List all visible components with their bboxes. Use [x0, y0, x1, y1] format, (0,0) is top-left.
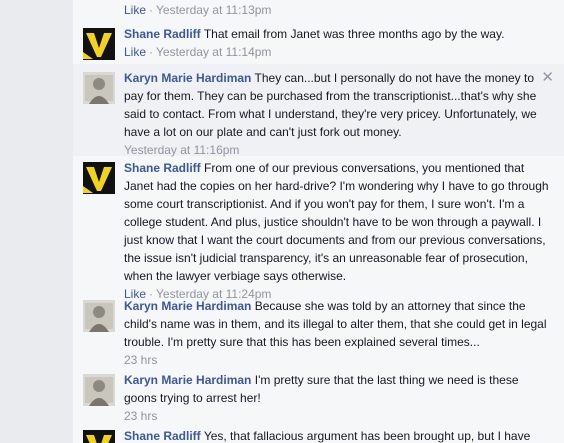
author-name[interactable]: Karyn Marie Hardiman — [124, 299, 251, 313]
comment-thread: Like · Yesterday at 11:13pm Shane Radliff … — [73, 0, 564, 443]
comment-body: Karyn Marie Hardiman They can...but I pe… — [124, 69, 544, 159]
timestamp[interactable]: Yesterday at 11:14pm — [156, 45, 271, 59]
timestamp[interactable]: 23 hrs — [124, 353, 157, 367]
avatar[interactable] — [83, 430, 115, 443]
comment-body: Karyn Marie Hardiman Because she was tol… — [124, 297, 554, 369]
avatar[interactable] — [83, 374, 115, 406]
comment-body: Shane Radliff That email from Janet was … — [124, 25, 554, 61]
comment: Karyn Marie Hardiman I'm pretty sure tha… — [73, 371, 564, 425]
avatar[interactable] — [83, 162, 115, 194]
comment-text: Yes, that fallacious argument has been b… — [203, 430, 531, 443]
author-name[interactable]: Shane Radliff — [124, 430, 201, 443]
comment-meta-only: Like · Yesterday at 11:13pm — [73, 3, 564, 22]
comment: Karyn Marie Hardiman Because she was tol… — [73, 299, 564, 367]
author-name[interactable]: Shane Radliff — [124, 161, 201, 175]
comment-meta: Yesterday at 11:16pm — [124, 141, 544, 159]
author-name[interactable]: Karyn Marie Hardiman — [124, 71, 251, 85]
timestamp[interactable]: 23 hrs — [124, 409, 157, 423]
comment: Shane Radliff From one of our previous c… — [73, 161, 564, 301]
comment-body: Shane Radliff From one of our previous c… — [124, 159, 554, 303]
like-link[interactable]: Like — [124, 45, 146, 59]
avatar[interactable] — [83, 28, 115, 60]
author-name[interactable]: Karyn Marie Hardiman — [124, 373, 251, 387]
timestamp[interactable]: Yesterday at 11:16pm — [124, 143, 239, 157]
comment-meta: Like · Yesterday at 11:14pm — [124, 45, 272, 59]
comment: Shane Radliff That email from Janet was … — [73, 25, 564, 64]
comment-meta: 23 hrs — [124, 407, 554, 425]
author-name[interactable]: Shane Radliff — [124, 27, 201, 41]
comment: ✕ Karyn Marie Hardiman They can...but I … — [73, 64, 564, 159]
comment-body: Karyn Marie Hardiman I'm pretty sure tha… — [124, 371, 554, 425]
like-link[interactable]: Like — [124, 3, 146, 17]
comment-meta: Like · Yesterday at 11:13pm — [124, 3, 272, 17]
left-column — [0, 0, 73, 443]
comment-text: That email from Janet was three months a… — [203, 27, 505, 41]
avatar[interactable] — [83, 72, 115, 104]
comment-meta: 23 hrs — [124, 351, 554, 369]
comment-body: Shane Radliff Yes, that fallacious argum… — [124, 430, 554, 443]
avatar[interactable] — [83, 300, 115, 332]
comment-text: From one of our previous conversations, … — [124, 161, 549, 283]
comment: Shane Radliff Yes, that fallacious argum… — [73, 430, 564, 443]
timestamp[interactable]: Yesterday at 11:13pm — [156, 3, 271, 17]
